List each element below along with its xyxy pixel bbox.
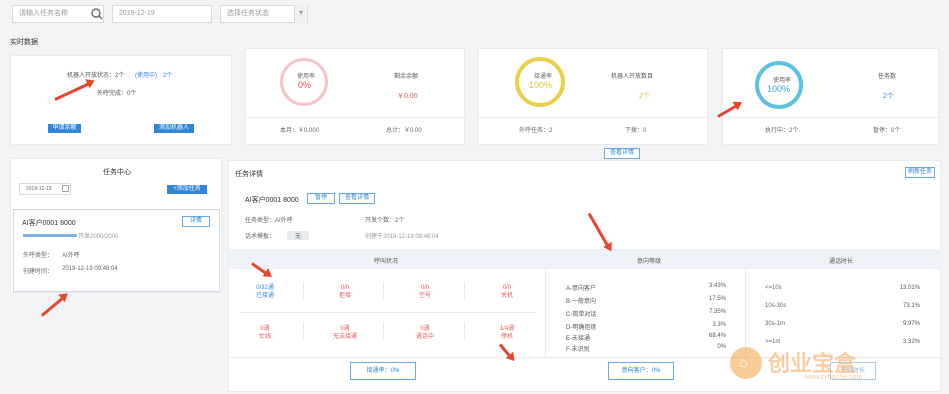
connect-rate-button[interactable]: 接通率：0% <box>350 362 416 380</box>
call-cell[interactable]: 0/32通 已接通 <box>240 284 290 300</box>
duration-row-value: 9.97% <box>902 321 920 327</box>
calendar-icon[interactable] <box>62 185 69 192</box>
intent-row-value: 7.35% <box>708 309 726 315</box>
tab-call-duration[interactable]: 通话时长 <box>829 256 853 265</box>
intent-row-value: 0% <box>717 344 726 350</box>
balance-value: ￥0.00 <box>397 93 418 100</box>
robot-open-card: 接通率 100% 机器人开放数目 2个 外呼任务：2 下拨：0 <box>478 48 709 145</box>
call-cell[interactable]: 0/0 空号 <box>400 284 450 300</box>
task-progress-text: 开发2000/2000 <box>78 234 119 240</box>
call-cell[interactable]: 0/0 拒接 <box>320 284 370 300</box>
intent-row-value: 3.3% <box>712 322 726 328</box>
call-cell[interactable]: 0通 无法接通 <box>320 325 370 341</box>
dial-status: 外呼完成：0个 <box>97 91 137 97</box>
task-count-card: 使用率 100% 任务数 2个 执行中：2个 暂停：0个 <box>722 48 940 145</box>
call-cell[interactable]: 0通 通话中 <box>400 325 450 341</box>
intent-row-label: E-未接通 <box>566 336 591 342</box>
home-icon: ⌂ <box>739 354 748 370</box>
intent-row-value: 68.4% <box>708 333 726 339</box>
annotation-arrow <box>41 295 66 317</box>
duration-row-label: >=1m <box>765 339 781 345</box>
intent-row-value: 17.5% <box>708 296 726 302</box>
task-item[interactable]: AI客户0001 8000 详情 开发2000/2000 外呼类型： AI外呼 … <box>13 209 220 292</box>
search-icon[interactable] <box>91 8 103 20</box>
balance-card: 使用率 0% 剩余余额 ￥0.00 本月：￥0.000 总计：￥0.00 <box>245 48 466 145</box>
tab-intent-level[interactable]: 意向等级 <box>637 256 661 265</box>
pause-button[interactable]: 暂停 <box>307 193 335 204</box>
intent-row-label: C-简单对话 <box>566 312 597 318</box>
robot-card: 机器人开放状态：2个 (使用中) 2个 外呼完成：0个 申请余额 添加机器人 <box>10 55 232 145</box>
chevron-down-icon[interactable]: ▾ <box>294 5 307 23</box>
task-center-title: 任务中心 <box>103 169 131 176</box>
watermark-logo: ⌂ <box>730 347 762 379</box>
intent-row-label: B-一般意向 <box>566 299 597 305</box>
robot-count: 2个 <box>163 73 173 79</box>
call-cell[interactable]: 1/4通 停机 <box>482 325 532 341</box>
add-robot-button[interactable]: 添加机器人 <box>154 124 194 133</box>
intent-row-label: F-未识别 <box>566 347 590 353</box>
connect-value: 100% <box>529 80 553 90</box>
duration-row-value: 13.01% <box>899 285 920 291</box>
tab-call-status[interactable]: 呼叫状况 <box>374 256 398 265</box>
call-cell[interactable]: 0通 忙线 <box>240 325 290 341</box>
robot-status: 机器人开放状态：2个 <box>67 73 125 79</box>
intent-row-label: D-明确拒绝 <box>566 325 597 331</box>
refresh-task-button[interactable]: 刷新任务 <box>905 167 935 178</box>
apply-balance-button[interactable]: 申请余额 <box>48 124 81 133</box>
duration-row-label: 10s-30s <box>765 303 787 309</box>
section-title: 实时数据 <box>10 39 38 46</box>
task-gauge-value: 100% <box>767 84 791 94</box>
intent-row-value: 3.43% <box>708 283 726 289</box>
task-center-panel: 任务中心 2019-12-19 +添加任务 AI客户0001 8000 详情 开… <box>10 158 222 293</box>
duration-row-label: 30s-1m <box>765 321 786 327</box>
intent-row-label: A-意向客户 <box>566 286 597 292</box>
duration-row-value: 3.32% <box>902 339 920 345</box>
watermark-url: www.cybaohe.com <box>804 374 863 381</box>
view-detail-button[interactable]: 查看详情 <box>339 193 375 204</box>
more-detail-button[interactable]: 查看详情 <box>604 148 640 159</box>
call-cell[interactable]: 0/0 关机 <box>482 284 532 300</box>
duration-row-label: <=10s <box>765 285 782 291</box>
intent-customer-button[interactable]: 意向客户：0% <box>608 362 674 380</box>
robot-status-link[interactable]: (使用中) <box>135 70 157 79</box>
usage-value: 0% <box>298 80 312 90</box>
task-item-name: AI客户0001 8000 <box>22 220 76 227</box>
status-select[interactable]: 选择任务状态 ▾ <box>220 5 308 23</box>
task-detail-title: 任务详情 <box>235 171 263 178</box>
search-input[interactable]: 请输入任务名称 <box>12 5 104 23</box>
duration-row-value: 73.1% <box>902 303 920 309</box>
date-input[interactable]: 2019-12-19 <box>112 5 212 23</box>
add-task-button[interactable]: +添加任务 <box>167 185 207 194</box>
task-progress-bar <box>23 234 77 237</box>
task-detail-button[interactable]: 详情 <box>182 216 210 227</box>
